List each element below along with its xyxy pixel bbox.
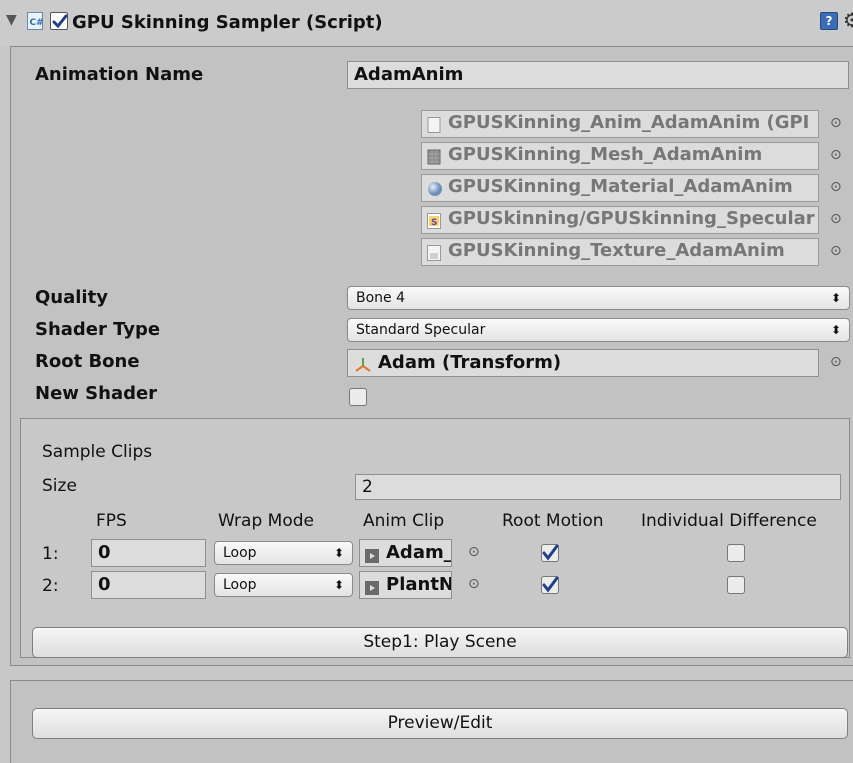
anim-asset-label: GPUSKinning_Anim_AdamAnim (GPI	[448, 112, 810, 133]
mesh-asset-field[interactable]: GPUSKinning_Mesh_AdamAnim	[421, 142, 819, 170]
object-picker-icon[interactable]: ⊙	[830, 354, 842, 370]
csharp-script-icon: C#	[27, 12, 44, 30]
anim-asset-field[interactable]: GPUSKinning_Anim_AdamAnim (GPI	[421, 110, 819, 138]
row-index: 2:	[42, 576, 59, 596]
material-icon	[427, 180, 442, 196]
object-picker-icon[interactable]: ⊙	[468, 576, 480, 592]
root-motion-checkbox[interactable]	[541, 576, 559, 594]
object-picker-icon[interactable]: ⊙	[830, 243, 842, 259]
shader-icon: S	[427, 212, 441, 229]
mesh-asset-label: GPUSKinning_Mesh_AdamAnim	[448, 144, 763, 165]
help-book-icon[interactable]: ?	[820, 12, 838, 30]
object-picker-icon[interactable]: ⊙	[830, 179, 842, 195]
gear-icon[interactable]: ⚙	[843, 8, 853, 32]
texture-asset-label: GPUSKinning_Texture_AdamAnim	[448, 240, 785, 261]
dropdown-arrow-icon: ⬍	[333, 546, 344, 560]
sample-clips-label: Sample Clips	[42, 442, 153, 462]
root-bone-label: Root Bone	[35, 351, 140, 372]
shader-type-dropdown[interactable]: Standard Specular ⬍	[347, 318, 850, 342]
texture-icon	[427, 244, 441, 261]
material-asset-field[interactable]: GPUSKinning_Material_AdamAnim	[421, 174, 819, 202]
preview-edit-button[interactable]: Preview/Edit	[32, 708, 848, 739]
column-header-root-motion: Root Motion	[502, 511, 604, 531]
texture-asset-field[interactable]: GPUSKinning_Texture_AdamAnim	[421, 238, 819, 266]
column-header-wrap-mode: Wrap Mode	[218, 511, 314, 531]
foldout-arrow-icon[interactable]: ▼	[6, 12, 17, 28]
dropdown-arrow-icon: ⬍	[830, 323, 841, 337]
anim-clip-value: Adam_	[386, 542, 452, 563]
size-input[interactable]: 2	[355, 474, 841, 500]
animation-name-label: Animation Name	[35, 64, 204, 85]
column-header-anim-clip: Anim Clip	[363, 511, 445, 531]
object-picker-icon[interactable]: ⊙	[830, 147, 842, 163]
step1-play-scene-button[interactable]: Step1: Play Scene	[32, 627, 848, 658]
animation-clip-icon	[365, 546, 379, 566]
column-header-individual-difference: Individual Difference	[641, 511, 817, 531]
wrap-mode-dropdown[interactable]: Loop ⬍	[214, 573, 353, 597]
individual-difference-checkbox[interactable]	[727, 576, 745, 594]
quality-label: Quality	[35, 287, 108, 308]
component-title: GPU Skinning Sampler (Script)	[72, 12, 383, 33]
mesh-icon	[427, 148, 441, 165]
svg-text:S: S	[431, 218, 437, 228]
dropdown-arrow-icon: ⬍	[333, 578, 344, 592]
root-bone-value: Adam (Transform)	[378, 352, 562, 373]
object-picker-icon[interactable]: ⊙	[830, 211, 842, 227]
root-motion-checkbox[interactable]	[541, 544, 559, 562]
quality-value: Bone 4	[356, 290, 406, 306]
root-bone-field[interactable]: Adam (Transform)	[347, 349, 819, 377]
object-picker-icon[interactable]: ⊙	[468, 544, 480, 560]
text-asset-icon	[427, 116, 441, 133]
column-header-fps: FPS	[96, 511, 127, 531]
quality-dropdown[interactable]: Bone 4 ⬍	[347, 286, 850, 310]
wrap-mode-value: Loop	[223, 545, 257, 561]
new-shader-label: New Shader	[35, 383, 158, 404]
animation-clip-icon	[365, 578, 379, 598]
shader-type-label: Shader Type	[35, 319, 161, 340]
anim-clip-field[interactable]: Adam_	[359, 539, 452, 567]
size-label: Size	[42, 476, 77, 496]
wrap-mode-value: Loop	[223, 577, 257, 593]
object-picker-icon[interactable]: ⊙	[830, 115, 842, 131]
anim-clip-field[interactable]: PlantN	[359, 571, 452, 599]
new-shader-checkbox[interactable]	[349, 388, 367, 406]
wrap-mode-dropdown[interactable]: Loop ⬍	[214, 541, 353, 565]
material-asset-label: GPUSKinning_Material_AdamAnim	[448, 176, 793, 197]
svg-text:C#: C#	[30, 18, 44, 28]
transform-icon	[354, 355, 372, 376]
fps-input[interactable]: 0	[91, 539, 206, 567]
row-index: 1:	[42, 544, 59, 564]
anim-clip-value: PlantN	[386, 574, 452, 595]
dropdown-arrow-icon: ⬍	[830, 291, 841, 305]
component-enabled-checkbox[interactable]	[50, 12, 68, 30]
individual-difference-checkbox[interactable]	[727, 544, 745, 562]
shader-asset-field[interactable]: S GPUSkinning/GPUSkinning_Specular	[421, 206, 819, 234]
animation-name-input[interactable]: AdamAnim	[347, 61, 849, 89]
fps-input[interactable]: 0	[91, 571, 206, 599]
shader-type-value: Standard Specular	[356, 322, 486, 338]
shader-asset-label: GPUSkinning/GPUSkinning_Specular	[448, 208, 815, 229]
